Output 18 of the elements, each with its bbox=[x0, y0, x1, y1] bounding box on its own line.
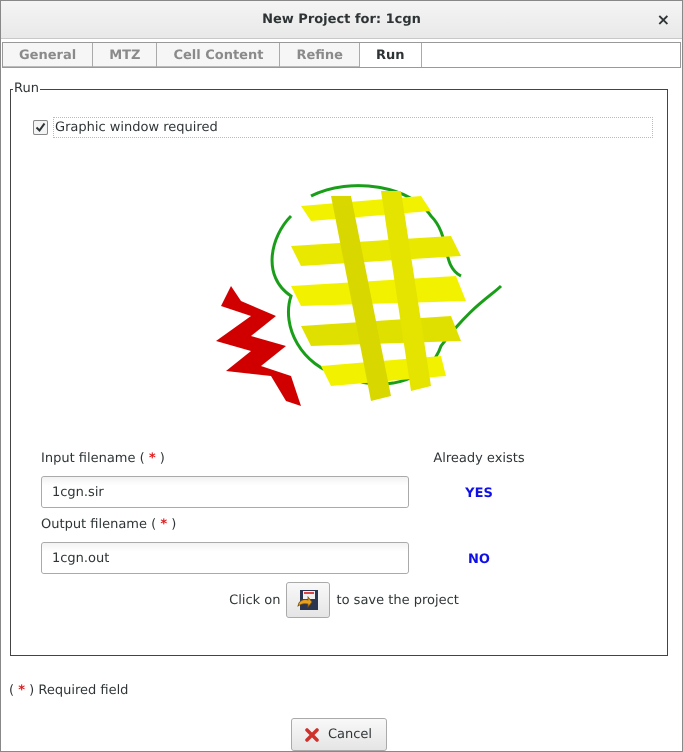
checkbox[interactable] bbox=[33, 120, 48, 135]
filename-field[interactable]: 1cgn.sir bbox=[41, 476, 409, 508]
close-button[interactable]: × bbox=[656, 10, 670, 29]
required-field-note: ( * ) Required field bbox=[9, 683, 130, 698]
field-label: Input filename ( * ) bbox=[41, 451, 166, 468]
exists-status: YES bbox=[464, 486, 494, 500]
window-title: New Project for: 1cgn bbox=[262, 12, 421, 27]
hint-text: to save the project bbox=[336, 592, 459, 608]
close-icon bbox=[304, 726, 320, 742]
field-label: Output filename ( * ) bbox=[41, 517, 178, 534]
column-header: Already exists bbox=[432, 451, 526, 468]
checkbox-label: Graphic window required bbox=[53, 117, 653, 138]
filename-field[interactable]: 1cgn.out bbox=[41, 542, 409, 574]
floppy-disk-icon bbox=[296, 588, 320, 612]
save-button[interactable] bbox=[286, 582, 330, 618]
exists-status: NO bbox=[467, 552, 491, 566]
cancel-button[interactable]: Cancel bbox=[290, 718, 388, 751]
hint-text: Click on bbox=[229, 592, 280, 608]
